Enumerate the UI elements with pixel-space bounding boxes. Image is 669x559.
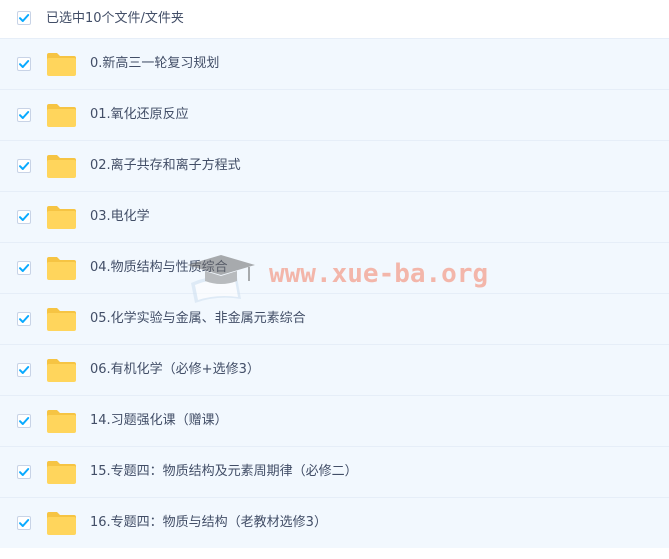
file-name[interactable]: 16.专题四：物质与结构（老教材选修3） — [90, 514, 327, 532]
file-row-8[interactable]: 15.专题四：物质结构及元素周期律（必修二） — [0, 446, 669, 497]
file-name[interactable]: 15.专题四：物质结构及元素周期律（必修二） — [90, 463, 358, 481]
file-row-4[interactable]: 04.物质结构与性质综合 — [0, 242, 669, 293]
checkbox-checked-icon — [19, 213, 30, 221]
file-row-3[interactable]: 03.电化学 — [0, 191, 669, 242]
row-checkbox[interactable] — [17, 363, 31, 377]
folder-icon — [46, 409, 77, 434]
checkbox-checked-icon — [19, 14, 30, 22]
row-checkbox[interactable] — [17, 516, 31, 530]
checkbox-checked-icon — [19, 366, 30, 374]
row-checkbox[interactable] — [17, 57, 31, 71]
file-row-2[interactable]: 02.离子共存和离子方程式 — [0, 140, 669, 191]
checkbox-checked-icon — [19, 111, 30, 119]
folder-icon — [46, 358, 77, 383]
file-name[interactable]: 05.化学实验与金属、非金属元素综合 — [90, 310, 306, 328]
file-name[interactable]: 0.新高三一轮复习规划 — [90, 55, 219, 73]
row-checkbox[interactable] — [17, 312, 31, 326]
folder-icon — [46, 103, 77, 128]
folder-icon — [46, 460, 77, 485]
file-name[interactable]: 14.习题强化课（赠课） — [90, 412, 228, 430]
folder-icon — [46, 205, 77, 230]
checkbox-checked-icon — [19, 60, 30, 68]
file-row-0[interactable]: 0.新高三一轮复习规划 — [0, 38, 669, 89]
folder-icon — [46, 256, 77, 281]
file-name[interactable]: 04.物质结构与性质综合 — [90, 259, 228, 277]
checkbox-checked-icon — [19, 162, 30, 170]
folder-icon — [46, 307, 77, 332]
file-row-5[interactable]: 05.化学实验与金属、非金属元素综合 — [0, 293, 669, 344]
file-row-6[interactable]: 06.有机化学（必修+选修3） — [0, 344, 669, 395]
row-checkbox[interactable] — [17, 159, 31, 173]
file-name[interactable]: 02.离子共存和离子方程式 — [90, 157, 241, 175]
file-name[interactable]: 03.电化学 — [90, 208, 150, 226]
row-checkbox[interactable] — [17, 261, 31, 275]
checkbox-checked-icon — [19, 417, 30, 425]
file-row-1[interactable]: 01.氧化还原反应 — [0, 89, 669, 140]
folder-icon — [46, 154, 77, 179]
file-list: 0.新高三一轮复习规划 01.氧化还原反应 02.离子共存和离子方程式 03.电… — [0, 38, 669, 548]
select-all-checkbox[interactable] — [17, 11, 31, 25]
folder-icon — [46, 511, 77, 536]
checkbox-checked-icon — [19, 315, 30, 323]
row-checkbox[interactable] — [17, 108, 31, 122]
file-row-9[interactable]: 16.专题四：物质与结构（老教材选修3） — [0, 497, 669, 548]
checkbox-checked-icon — [19, 519, 30, 527]
checkbox-checked-icon — [19, 264, 30, 272]
checkbox-checked-icon — [19, 468, 30, 476]
row-checkbox[interactable] — [17, 210, 31, 224]
file-row-7[interactable]: 14.习题强化课（赠课） — [0, 395, 669, 446]
file-name[interactable]: 01.氧化还原反应 — [90, 106, 189, 124]
folder-icon — [46, 52, 77, 77]
selection-header: 已选中10个文件/文件夹 — [0, 0, 669, 38]
file-name[interactable]: 06.有机化学（必修+选修3） — [90, 361, 260, 379]
row-checkbox[interactable] — [17, 414, 31, 428]
row-checkbox[interactable] — [17, 465, 31, 479]
selection-count-label: 已选中10个文件/文件夹 — [46, 11, 184, 26]
